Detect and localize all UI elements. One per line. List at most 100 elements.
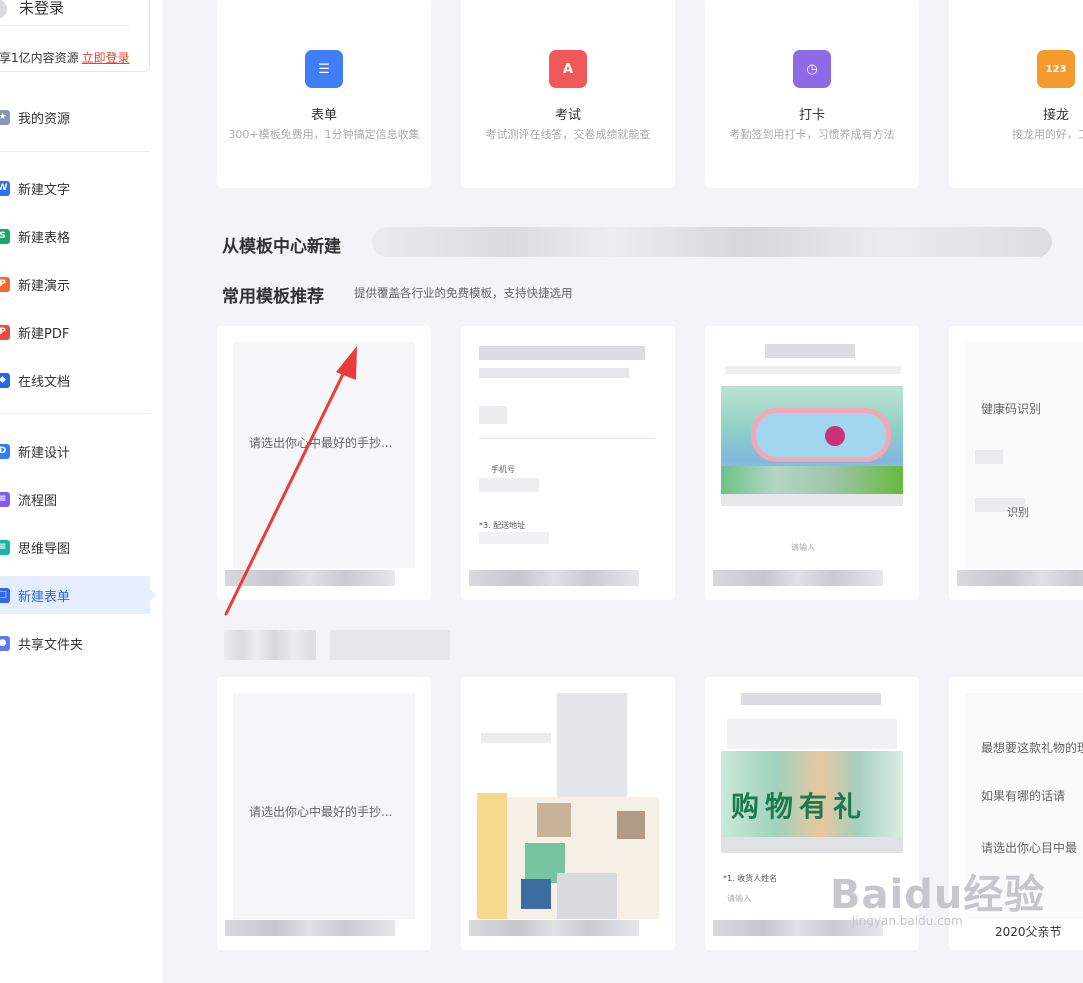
template-field-label: *3. 配送地址 xyxy=(479,521,526,530)
template-card[interactable]: 手机号 *3. 配送地址 xyxy=(461,326,675,600)
template-field-placeholder: 请输入 xyxy=(791,543,815,552)
shared-folder-icon: ● xyxy=(0,635,10,651)
form-icon: □ xyxy=(0,587,10,603)
sidebar-item-new-pdf[interactable]: P 新建PDF xyxy=(0,313,150,351)
slides-icon: P xyxy=(0,276,10,292)
template-name xyxy=(713,570,883,586)
sidebar-item-label: 我的资源 xyxy=(18,111,71,127)
template-name xyxy=(469,570,639,586)
template-banner-text: 购物有礼 xyxy=(731,790,868,823)
app-card-relay[interactable]: 123 接龙接龙用的好，工作 xyxy=(949,0,1083,188)
template-card[interactable]: 请输入 xyxy=(705,326,919,600)
user-name: 未登录 xyxy=(19,0,65,17)
app-card-form[interactable]: ☰ 表单 300+模板免费用，1分钟搞定信息收集 xyxy=(217,0,431,188)
baidu-watermark: Baidu经验 jingyan.baidu.com xyxy=(830,862,1046,928)
doc-icon: W xyxy=(0,180,10,196)
sidebar-item-label: 新建表格 xyxy=(18,230,71,246)
template-preview: 手机号 *3. 配送地址 xyxy=(477,342,659,568)
sidebar-item-my-resources[interactable]: ★ 我的资源 xyxy=(0,98,150,136)
template-preview-text: 请选出你心目中最 xyxy=(981,841,1078,855)
app-card-checkin[interactable]: ◷ 打卡考勤签到用打卡，习惯养成有方法 xyxy=(705,0,919,188)
flowchart-icon: ≡ xyxy=(0,491,10,507)
sidebar-item-mindmap[interactable]: ≡ 思维导图 xyxy=(0,528,150,566)
template-preview: 请输入 xyxy=(721,342,903,568)
template-card[interactable]: 健康码识别 识别 xyxy=(949,326,1083,600)
relay-icon: 123 xyxy=(1037,50,1075,88)
template-preview-text: 请选出你心中最好的手抄... xyxy=(249,805,393,819)
template-preview: 健康码识别 识别 xyxy=(965,342,1083,568)
sidebar-item-label: 流程图 xyxy=(18,493,58,509)
template-name xyxy=(225,570,395,586)
user-promo: 享1亿内容资源 立即登录 xyxy=(0,49,130,66)
template-preview-text: 识别 xyxy=(1007,506,1029,519)
app-card-exam[interactable]: A 考试考试测评在线答，交卷成绩就能查 xyxy=(461,0,675,188)
divider xyxy=(0,151,150,152)
template-category-bar[interactable] xyxy=(372,227,1052,257)
pdf-icon: P xyxy=(0,324,10,340)
form-list-icon: ☰ xyxy=(305,50,343,88)
sidebar-item-flowchart[interactable]: ≡ 流程图 xyxy=(0,480,150,518)
template-banner-image: 购物有礼 xyxy=(721,751,903,837)
app-title: 接龙 xyxy=(1042,108,1069,123)
recommended-title: 常用模板推荐 xyxy=(222,287,324,307)
avatar[interactable] xyxy=(0,0,7,19)
sidebar-item-label: 新建PDF xyxy=(18,326,70,342)
app-title: 表单 xyxy=(310,108,337,123)
sidebar-item-label: 新建表单 xyxy=(18,589,71,605)
template-name xyxy=(225,920,395,936)
template-name xyxy=(469,920,639,936)
template-preview-text: 最想要这款礼物的理 xyxy=(981,741,1083,755)
sidebar: 未登录 享1亿内容资源 立即登录 ★ 我的资源 W 新建文字 S 新建表格 P 新建演示 P 新建P… xyxy=(0,0,162,983)
template-center-title: 从模板中心新建 xyxy=(222,237,341,257)
app-description: 接龙用的好，工作 xyxy=(1012,128,1083,141)
template-name: 2020父亲节 xyxy=(995,925,1062,939)
divider xyxy=(1,25,129,26)
template-preview-text: 如果有哪的话请 xyxy=(981,789,1066,803)
sidebar-item-label: 新建文字 xyxy=(18,182,71,198)
template-preview-text: 请选出你心中最好的手抄... xyxy=(249,436,393,450)
template-card[interactable] xyxy=(461,677,675,950)
app-description: 考勤签到用打卡，习惯养成有方法 xyxy=(729,128,895,141)
divider xyxy=(0,413,150,414)
sidebar-item-new-design[interactable]: D 新建设计 xyxy=(0,432,150,470)
recommended-subtitle: 提供覆盖各行业的免费模板，支持快捷选用 xyxy=(354,286,573,300)
template-field-placeholder: 请输入 xyxy=(727,894,751,903)
template-preview-text: 健康码识别 xyxy=(981,402,1042,416)
sidebar-item-new-sheet[interactable]: S 新建表格 xyxy=(0,217,150,255)
template-card[interactable]: 请选出你心中最好的手抄... xyxy=(217,677,431,950)
sheet-icon: S xyxy=(0,228,10,244)
template-preview: 请选出你心中最好的手抄... xyxy=(233,693,415,919)
template-field-label: *1. 收货人姓名 xyxy=(723,874,778,883)
app-title: 考试 xyxy=(554,108,581,123)
watermark-brand: Baidu经验 xyxy=(830,872,1046,918)
template-preview: 请选出你心中最好的手抄... xyxy=(233,342,415,568)
sidebar-item-new-slides[interactable]: P 新建演示 xyxy=(0,265,150,303)
sidebar-item-new-doc[interactable]: W 新建文字 xyxy=(0,169,150,207)
sidebar-item-online-docs[interactable]: ◆ 在线文档 xyxy=(0,361,150,399)
app-description: 考试测评在线答，交卷成绩就能查 xyxy=(485,128,651,141)
template-preview xyxy=(477,693,659,919)
app-description: 300+模板免费用，1分钟搞定信息收集 xyxy=(228,128,420,141)
online-doc-icon: ◆ xyxy=(0,372,10,388)
watermark-domain: jingyan.baidu.com xyxy=(852,914,963,928)
template-banner-image xyxy=(721,386,903,494)
user-card: 未登录 享1亿内容资源 立即登录 xyxy=(0,0,150,72)
category-title xyxy=(224,630,316,660)
sidebar-item-shared-folder[interactable]: ● 共享文件夹 xyxy=(0,624,150,662)
promo-text: 享1亿内容资源 xyxy=(0,51,79,65)
sidebar-item-new-form[interactable]: □ 新建表单 xyxy=(0,576,156,614)
sidebar-item-label: 在线文档 xyxy=(18,374,71,390)
exam-icon: A xyxy=(549,50,587,88)
checkin-icon: ◷ xyxy=(793,50,831,88)
mindmap-icon: ≡ xyxy=(0,539,10,555)
category-subtitle xyxy=(330,630,450,660)
sidebar-item-label: 共享文件夹 xyxy=(18,637,84,653)
template-name xyxy=(957,570,1083,586)
app-title: 打卡 xyxy=(798,108,825,123)
design-icon: D xyxy=(0,443,10,459)
template-card[interactable]: 请选出你心中最好的手抄... xyxy=(217,326,431,600)
login-link[interactable]: 立即登录 xyxy=(82,51,130,65)
resource-icon: ★ xyxy=(0,109,10,125)
sidebar-item-label: 思维导图 xyxy=(18,541,71,557)
sidebar-item-label: 新建演示 xyxy=(18,278,71,294)
